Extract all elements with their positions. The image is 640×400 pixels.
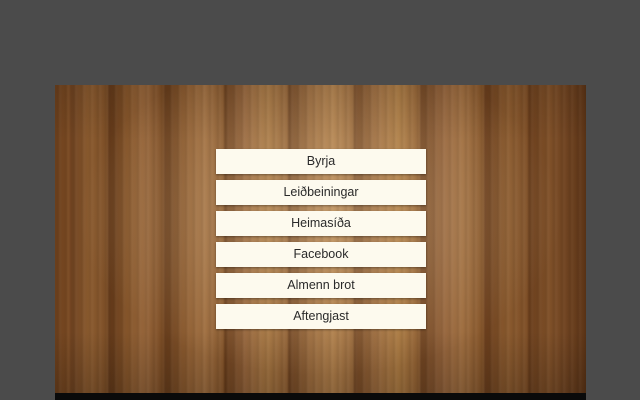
general-violations-button[interactable]: Almenn brot	[216, 273, 426, 298]
start-button[interactable]: Byrja	[216, 149, 426, 174]
homepage-button[interactable]: Heimasíða	[216, 211, 426, 236]
main-menu: Byrja Leiðbeiningar Heimasíða Facebook A…	[216, 149, 426, 329]
bottom-bar	[55, 393, 586, 400]
disconnect-button[interactable]: Aftengjast	[216, 304, 426, 329]
instructions-button[interactable]: Leiðbeiningar	[216, 180, 426, 205]
facebook-button[interactable]: Facebook	[216, 242, 426, 267]
